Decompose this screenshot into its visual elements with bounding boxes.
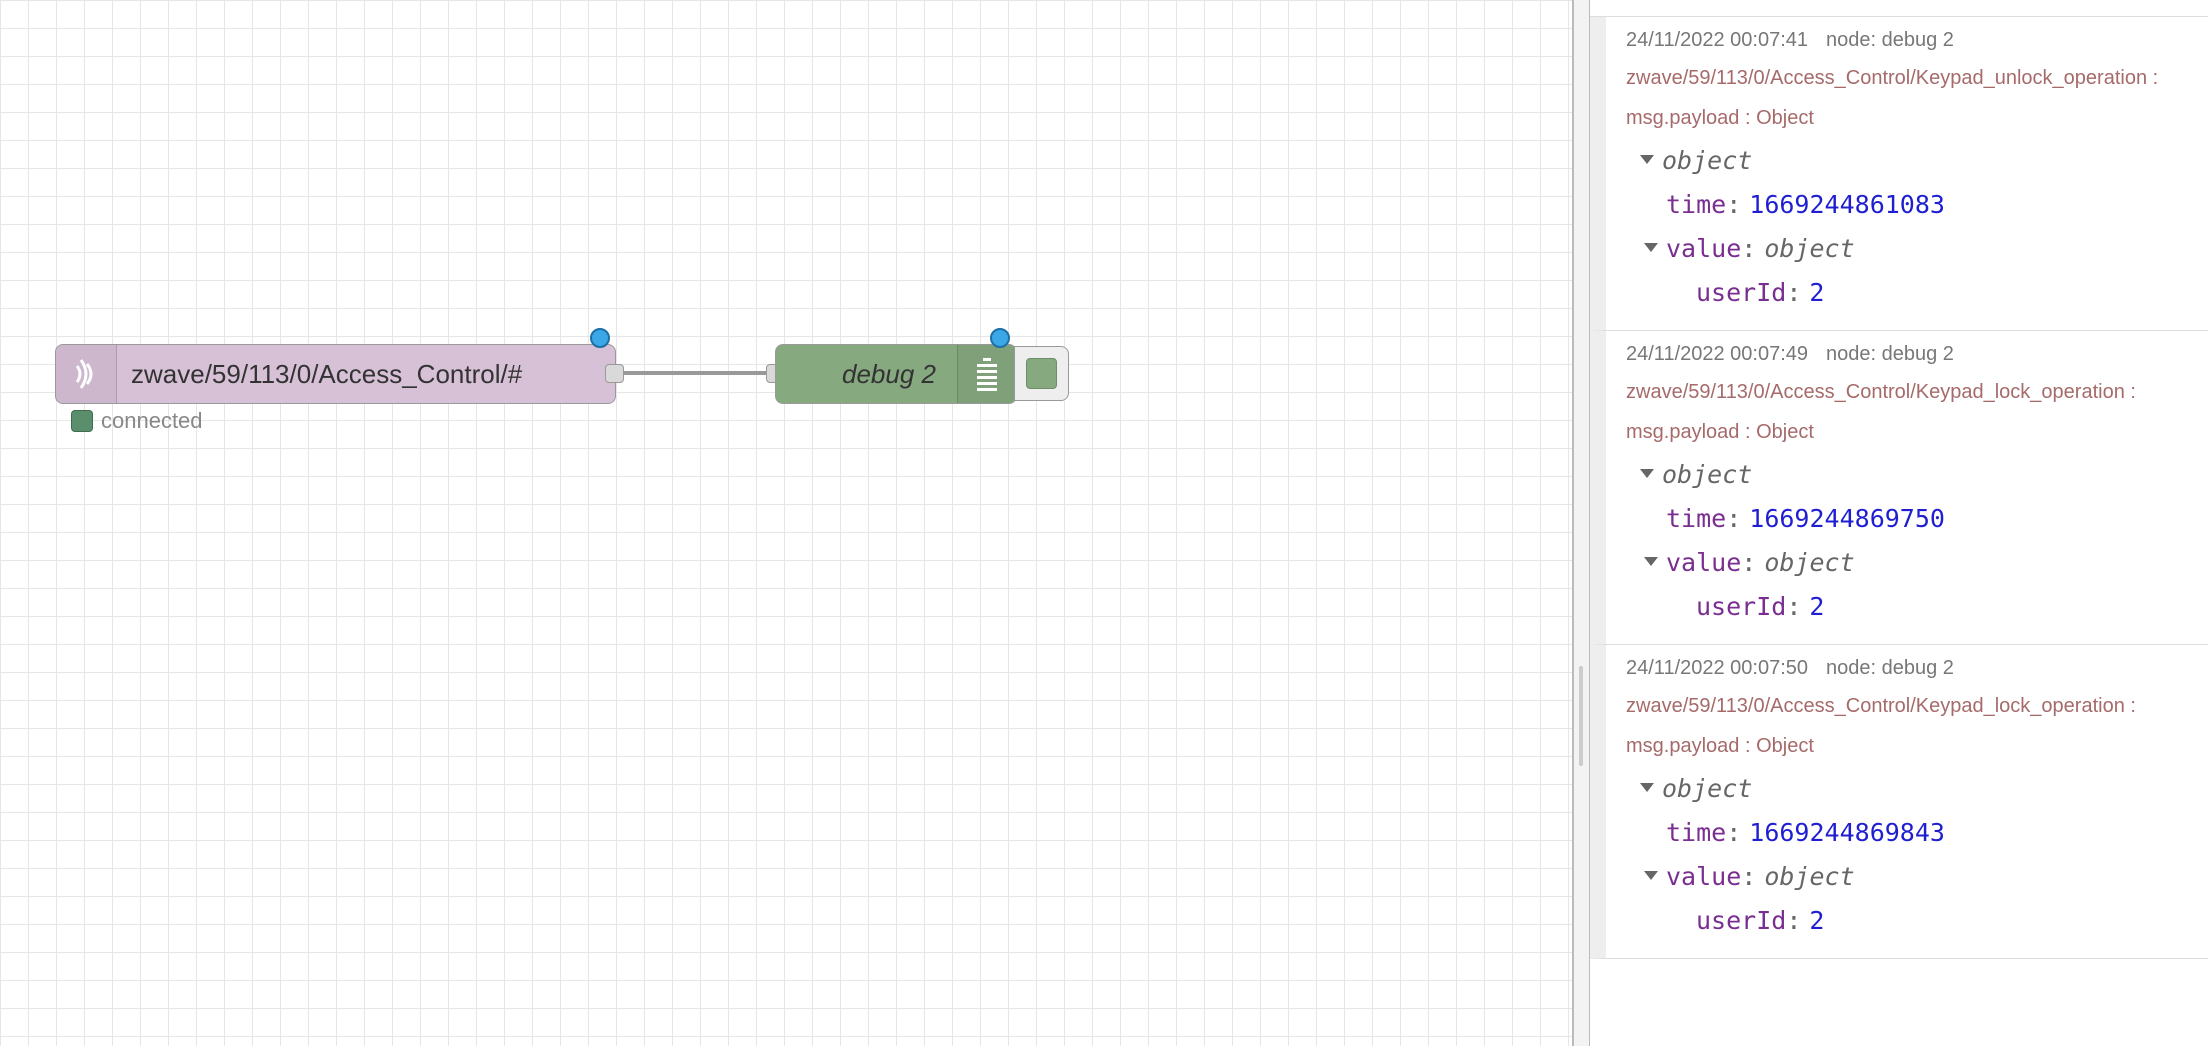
value-key: value — [1666, 862, 1742, 891]
value-key: value — [1666, 234, 1742, 263]
value-type: object — [1764, 234, 1855, 263]
tree-value-row[interactable]: value: object — [1626, 855, 2208, 899]
mqtt-node-label: zwave/59/113/0/Access_Control/# — [131, 359, 523, 389]
debug-message[interactable]: 24/11/2022 00:07:49 node: debug 2 zwave/5… — [1590, 331, 2208, 645]
message-topic: zwave/59/113/0/Access_Control/Keypad_loc… — [1626, 381, 2136, 443]
userid-value: 2 — [1809, 906, 1825, 935]
tree-root-row[interactable]: object — [1626, 767, 2208, 811]
time-value: 1669244861083 — [1749, 190, 1945, 219]
tree-userid-row: userId: 2 — [1696, 906, 1825, 935]
message-timestamp: 24/11/2022 00:07:49 — [1626, 343, 1809, 365]
time-key: time — [1666, 504, 1727, 533]
caret-down-icon[interactable] — [1644, 870, 1658, 880]
debug-toggle-indicator — [1026, 358, 1057, 389]
debug-message-list: 24/11/2022 00:07:41 node: debug 2 zwave/5… — [1590, 17, 2208, 959]
debug-message[interactable]: 24/11/2022 00:07:50 node: debug 2 zwave/5… — [1590, 645, 2208, 959]
time-value: 1669244869750 — [1749, 504, 1945, 533]
payload-tree: object time: 1669244861083 value: object u… — [1626, 139, 2208, 315]
resize-handle[interactable] — [1579, 666, 1583, 766]
mqtt-output-port[interactable] — [605, 364, 624, 383]
tree-time-row: time: 1669244869843 — [1666, 818, 1945, 847]
wire-connection[interactable] — [0, 0, 1572, 1046]
message-node-link[interactable]: node: debug 2 — [1826, 343, 1954, 365]
message-node-link[interactable]: node: debug 2 — [1826, 657, 1954, 679]
mqtt-node-changed-indicator — [590, 328, 610, 348]
time-key: time — [1666, 818, 1727, 847]
userid-value: 2 — [1809, 592, 1825, 621]
message-topic: zwave/59/113/0/Access_Control/Keypad_unl… — [1626, 67, 2159, 129]
userid-value: 2 — [1809, 278, 1825, 307]
root-type: object — [1662, 774, 1753, 803]
value-type: object — [1764, 862, 1855, 891]
caret-down-icon[interactable] — [1640, 154, 1654, 164]
tree-time-row: time: 1669244869750 — [1666, 504, 1945, 533]
root-type: object — [1662, 460, 1753, 489]
message-meta: 24/11/2022 00:07:50 node: debug 2 — [1626, 657, 2208, 679]
debug-node-changed-indicator — [990, 328, 1010, 348]
payload-tree: object time: 1669244869843 value: object u… — [1626, 767, 2208, 943]
tree-value-row[interactable]: value: object — [1626, 541, 2208, 585]
payload-tree: object time: 1669244869750 value: object u… — [1626, 453, 2208, 629]
caret-down-icon[interactable] — [1644, 556, 1658, 566]
debug-list-icon — [957, 345, 1016, 403]
time-key: time — [1666, 190, 1727, 219]
tree-time-row: time: 1669244861083 — [1666, 190, 1945, 219]
debug-node-label: debug 2 — [842, 359, 936, 389]
mqtt-node-status: connected — [71, 408, 203, 434]
flow-workspace[interactable]: zwave/59/113/0/Access_Control/# connecte… — [0, 0, 1572, 1046]
mqtt-in-node[interactable]: zwave/59/113/0/Access_Control/# — [55, 344, 616, 404]
userid-key: userId — [1696, 906, 1787, 935]
tree-value-row[interactable]: value: object — [1626, 227, 2208, 271]
tree-root-row[interactable]: object — [1626, 139, 2208, 183]
tree-userid-row: userId: 2 — [1696, 278, 1825, 307]
value-key: value — [1666, 548, 1742, 577]
message-node-link[interactable]: node: debug 2 — [1826, 29, 1954, 51]
value-type: object — [1764, 548, 1855, 577]
userid-key: userId — [1696, 592, 1787, 621]
debug-message[interactable]: 24/11/2022 00:07:41 node: debug 2 zwave/5… — [1590, 17, 2208, 331]
time-value: 1669244869843 — [1749, 818, 1945, 847]
sidebar-resize-divider[interactable] — [1572, 0, 1590, 1046]
bridge-icon — [56, 345, 117, 403]
message-timestamp: 24/11/2022 00:07:50 — [1626, 657, 1809, 679]
status-text: connected — [101, 408, 203, 433]
tree-root-row[interactable]: object — [1626, 453, 2208, 497]
message-meta: 24/11/2022 00:07:41 node: debug 2 — [1626, 29, 2208, 51]
debug-toggle-button[interactable] — [1014, 346, 1069, 401]
root-type: object — [1662, 146, 1753, 175]
userid-key: userId — [1696, 278, 1787, 307]
status-dot-icon — [71, 410, 93, 432]
debug-node[interactable]: debug 2 — [775, 344, 1017, 404]
caret-down-icon[interactable] — [1644, 242, 1658, 252]
tree-userid-row: userId: 2 — [1696, 592, 1825, 621]
caret-down-icon[interactable] — [1640, 468, 1654, 478]
caret-down-icon[interactable] — [1640, 782, 1654, 792]
debug-sidebar: 24/11/2022 00:07:41 node: debug 2 zwave/5… — [1590, 0, 2208, 1046]
message-meta: 24/11/2022 00:07:49 node: debug 2 — [1626, 343, 2208, 365]
message-timestamp: 24/11/2022 00:07:41 — [1626, 29, 1809, 51]
message-topic: zwave/59/113/0/Access_Control/Keypad_loc… — [1626, 695, 2136, 757]
